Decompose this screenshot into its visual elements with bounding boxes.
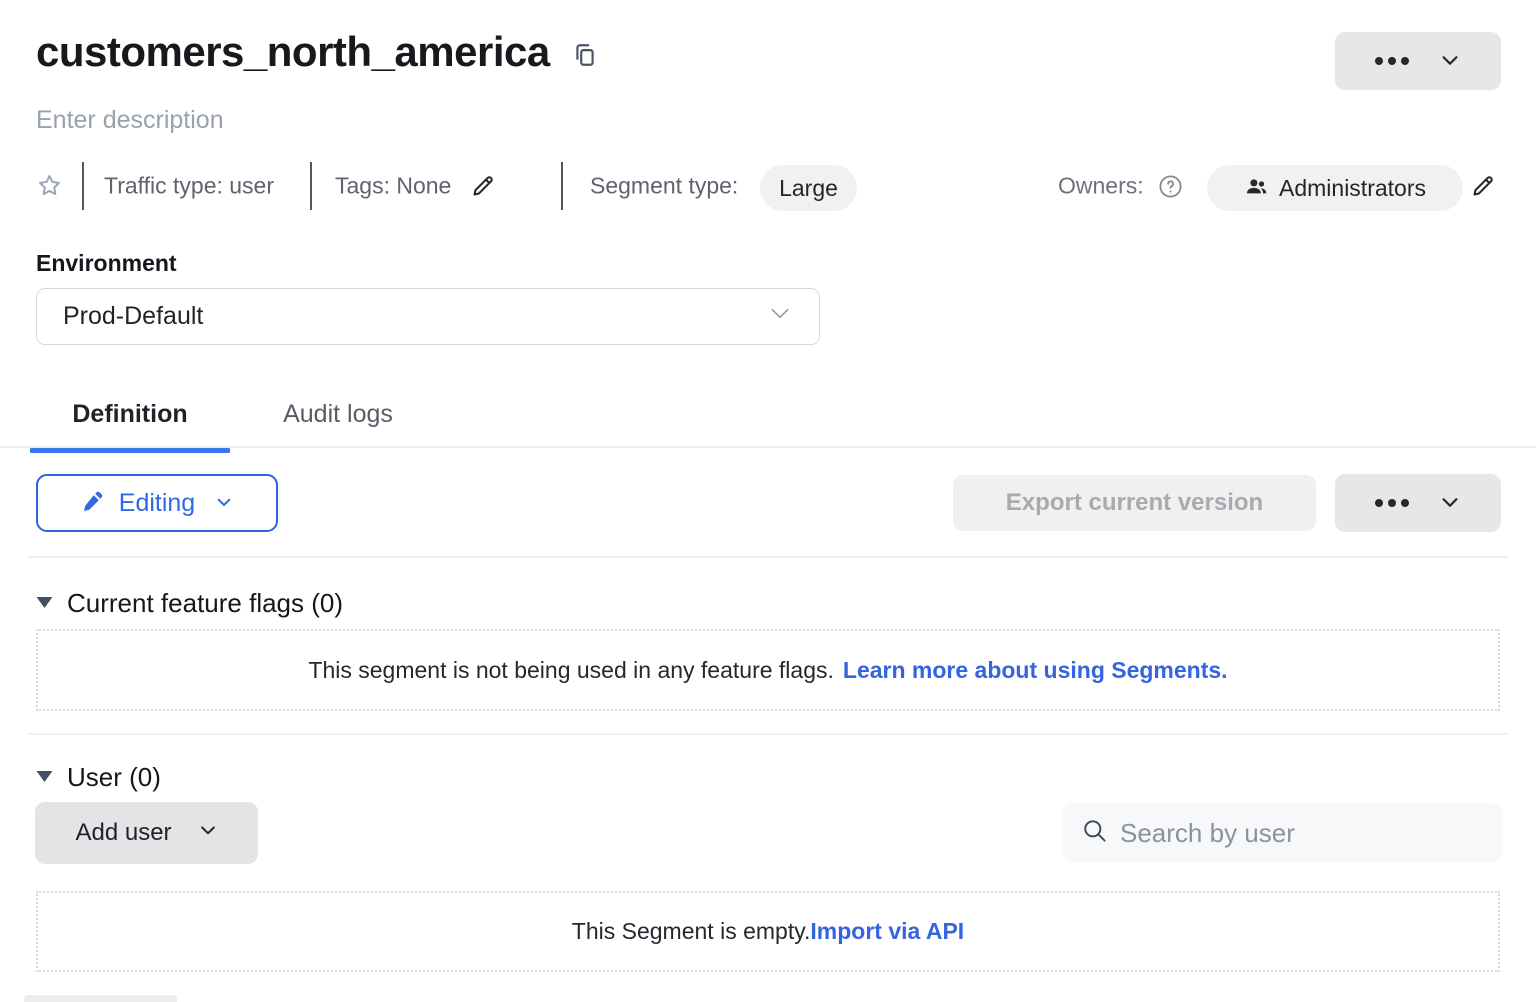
- tab-definition[interactable]: Definition: [30, 380, 230, 448]
- chevron-down-icon: [198, 819, 218, 847]
- header-more-menu-button[interactable]: [1335, 32, 1501, 90]
- meta-row: Traffic type: user Tags: None Segment ty…: [0, 160, 1536, 212]
- add-user-button[interactable]: Add user: [35, 802, 258, 864]
- environment-selected-value: Prod-Default: [63, 302, 203, 331]
- help-icon[interactable]: [1157, 173, 1184, 205]
- divider: [28, 556, 1508, 558]
- favorite-star-icon[interactable]: [36, 172, 63, 204]
- feature-flags-section-title: Current feature flags (0): [67, 588, 343, 619]
- chevron-down-icon: [1439, 491, 1461, 516]
- feature-flags-empty-text: This segment is not being used in any fe…: [308, 657, 833, 684]
- segment-empty-text: This Segment is empty.: [572, 918, 811, 945]
- user-search-box: [1063, 803, 1502, 863]
- description-field[interactable]: Enter description: [36, 106, 224, 135]
- environment-select[interactable]: Prod-Default: [36, 288, 820, 345]
- segment-detail-page: customers_north_america Enter descriptio…: [0, 0, 1536, 1002]
- people-icon: [1244, 174, 1269, 205]
- copy-icon[interactable]: [572, 42, 598, 68]
- chevron-down-icon: [1439, 49, 1461, 74]
- search-icon: [1081, 817, 1108, 849]
- environment-label: Environment: [36, 250, 177, 277]
- owners-label: Owners:: [1058, 173, 1144, 200]
- feature-flags-empty-state: This segment is not being used in any fe…: [36, 629, 1500, 711]
- user-section-header[interactable]: User (0): [36, 762, 161, 793]
- ellipsis-icon: [1375, 499, 1409, 507]
- editing-mode-button[interactable]: Editing: [36, 474, 278, 532]
- cutoff-element: [24, 995, 177, 1002]
- title-row: customers_north_america: [36, 28, 598, 76]
- owners-badge[interactable]: Administrators: [1207, 165, 1463, 211]
- feature-flags-section-header[interactable]: Current feature flags (0): [36, 588, 343, 619]
- tags-label: Tags: None: [335, 173, 451, 200]
- tab-audit-logs[interactable]: Audit logs: [238, 380, 438, 448]
- learn-more-link[interactable]: Learn more about using Segments.: [843, 657, 1228, 684]
- traffic-type-label: Traffic type: user: [104, 173, 274, 200]
- page-title: customers_north_america: [36, 28, 550, 76]
- divider: [310, 162, 312, 210]
- export-current-version-button[interactable]: Export current version: [953, 475, 1316, 531]
- editing-mode-label: Editing: [119, 489, 195, 518]
- divider: [82, 162, 84, 210]
- owners-value: Administrators: [1279, 175, 1426, 202]
- segment-type-label: Segment type:: [590, 173, 738, 200]
- import-via-api-link[interactable]: Import via API: [810, 918, 964, 945]
- tab-bar: Definition Audit logs: [30, 380, 438, 448]
- segment-type-badge: Large: [760, 165, 857, 211]
- user-section-title: User (0): [67, 762, 161, 793]
- divider: [561, 162, 563, 210]
- edit-tags-pencil-icon[interactable]: [470, 172, 497, 204]
- ellipsis-icon: [1375, 57, 1409, 65]
- chevron-down-icon: [767, 300, 793, 333]
- collapse-triangle-icon: [36, 770, 53, 788]
- segment-empty-state: This Segment is empty. Import via API: [36, 891, 1500, 972]
- toolbar-more-menu-button[interactable]: [1335, 474, 1501, 532]
- edit-owners-pencil-icon[interactable]: [1470, 172, 1497, 204]
- divider: [28, 733, 1508, 735]
- collapse-triangle-icon: [36, 596, 53, 614]
- search-by-user-input[interactable]: [1120, 818, 1484, 849]
- pencil-icon: [81, 489, 105, 520]
- add-user-label: Add user: [75, 819, 171, 847]
- chevron-down-icon: [215, 489, 233, 518]
